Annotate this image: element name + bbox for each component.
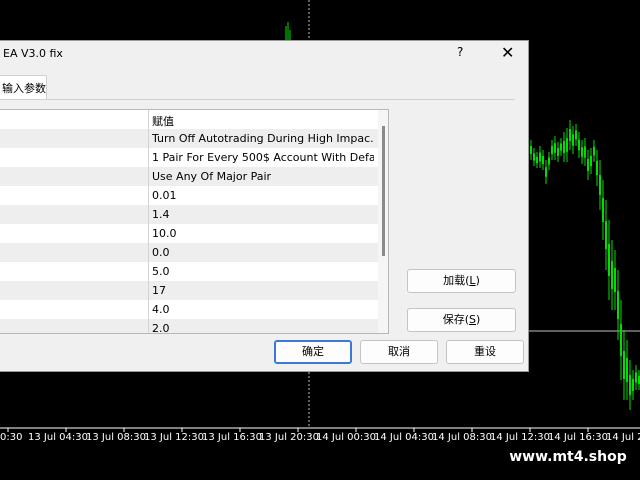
candle-body (578, 139, 580, 151)
time-axis-label: 14 Jul 12:30 (490, 432, 550, 443)
candle-body (542, 156, 544, 164)
time-axis-label: 0:30 (0, 432, 23, 443)
time-axis-label: 13 Jul 08:30 (86, 432, 146, 443)
candle-body (566, 138, 568, 152)
time-axis-label: 13 Jul 16:30 (202, 432, 262, 443)
candle-body (608, 244, 610, 276)
ea-properties-dialog: EA V3.0 fix ? ✕ 输入参数 赋值 Turn Off Autotra… (0, 40, 529, 372)
candle-body (617, 291, 619, 319)
value-cell[interactable]: 2.0 (152, 322, 374, 333)
table-row[interactable]: 2.0 (0, 319, 378, 333)
candle-body (611, 261, 613, 289)
candle-body (575, 130, 577, 140)
time-axis-label: 14 Jul 04:30 (374, 432, 434, 443)
candle-body (530, 146, 532, 154)
table-row[interactable]: 4.0 (0, 300, 378, 319)
time-axis-label: 13 Jul 20:30 (259, 432, 319, 443)
candle-body (569, 129, 571, 141)
candle-body (536, 156, 538, 164)
table-row[interactable]: 0.01 (0, 186, 378, 205)
grid-rows: Turn Off Autotrading During High Impac..… (0, 129, 378, 333)
help-icon[interactable]: ? (457, 45, 463, 59)
table-row[interactable]: 17 (0, 281, 378, 300)
candle-body (605, 221, 607, 249)
time-axis-label: 14 Jul 20: (606, 432, 640, 443)
value-cell[interactable]: 5.0 (152, 265, 374, 278)
candle-body (602, 198, 604, 222)
table-row[interactable]: 10.0 (0, 224, 378, 243)
candle-body (626, 358, 628, 382)
watermark: www.mt4.shop (496, 444, 640, 470)
candle-body (632, 379, 634, 391)
candle-body (620, 324, 622, 356)
vertical-scrollbar[interactable] (378, 110, 388, 333)
table-row[interactable]: 0.0 (0, 243, 378, 262)
candle-body (554, 143, 556, 153)
dialog-titlebar[interactable]: EA V3.0 fix ? ✕ (0, 41, 528, 69)
tab-inputs[interactable]: 输入参数 (0, 75, 47, 99)
candle-body (623, 351, 625, 379)
close-icon[interactable]: ✕ (501, 43, 514, 62)
grid-header: 赋值 (0, 110, 378, 129)
candle-body (545, 167, 547, 177)
table-row[interactable]: 1.4 (0, 205, 378, 224)
value-cell[interactable]: Use Any Of Major Pair (152, 170, 374, 183)
candle-body (596, 160, 598, 176)
time-axis-label: 13 Jul 12:30 (144, 432, 204, 443)
candle-body (572, 134, 574, 146)
reset-button[interactable]: 重设 (446, 340, 524, 364)
candle-body (584, 146, 586, 158)
load-button[interactable]: 加载(L) (407, 269, 516, 293)
candle-body (548, 157, 550, 165)
table-row[interactable]: 1 Pair For Every 500$ Account With Defau… (0, 148, 378, 167)
tab-inputs-label: 输入参数 (2, 82, 46, 95)
candle-body (593, 146, 595, 156)
candle-body (560, 143, 562, 151)
save-button[interactable]: 保存(S) (407, 308, 516, 332)
time-axis-label: 14 Jul 16:30 (548, 432, 608, 443)
column-separator[interactable] (148, 110, 149, 333)
parameters-grid: 赋值 Turn Off Autotrading During High Impa… (0, 109, 389, 334)
value-cell[interactable]: Turn Off Autotrading During High Impac..… (152, 132, 374, 145)
candle-body (557, 148, 559, 156)
candle-body (635, 372, 637, 383)
value-cell[interactable]: 1 Pair For Every 500$ Account With Defau… (152, 151, 374, 164)
candle-body (629, 375, 631, 395)
dialog-title: EA V3.0 fix (3, 47, 63, 60)
candle-body (587, 159, 589, 171)
value-cell[interactable]: 0.0 (152, 246, 374, 259)
table-row[interactable]: 5.0 (0, 262, 378, 281)
table-row[interactable]: Use Any Of Major Pair (0, 167, 378, 186)
time-axis-label: 14 Jul 08:30 (432, 432, 492, 443)
candle-body (563, 141, 565, 153)
scrollbar-thumb[interactable] (382, 126, 385, 256)
candle-body (533, 153, 535, 161)
candle-body (581, 147, 583, 157)
candle-body (599, 175, 601, 195)
time-axis-label: 13 Jul 04:30 (28, 432, 88, 443)
value-cell[interactable]: 0.01 (152, 189, 374, 202)
value-cell[interactable]: 4.0 (152, 303, 374, 316)
candle-body (590, 155, 592, 167)
value-cell[interactable]: 1.4 (152, 208, 374, 221)
value-column-header[interactable]: 赋值 (152, 113, 174, 129)
candle-body (551, 146, 553, 154)
candle-body (614, 268, 616, 292)
time-axis-label: 14 Jul 00:30 (316, 432, 376, 443)
ok-button[interactable]: 确定 (274, 340, 352, 364)
cancel-button[interactable]: 取消 (360, 340, 438, 364)
candle-body (539, 152, 541, 162)
value-cell[interactable]: 17 (152, 284, 374, 297)
table-row[interactable]: Turn Off Autotrading During High Impac..… (0, 129, 378, 148)
value-cell[interactable]: 10.0 (152, 227, 374, 240)
